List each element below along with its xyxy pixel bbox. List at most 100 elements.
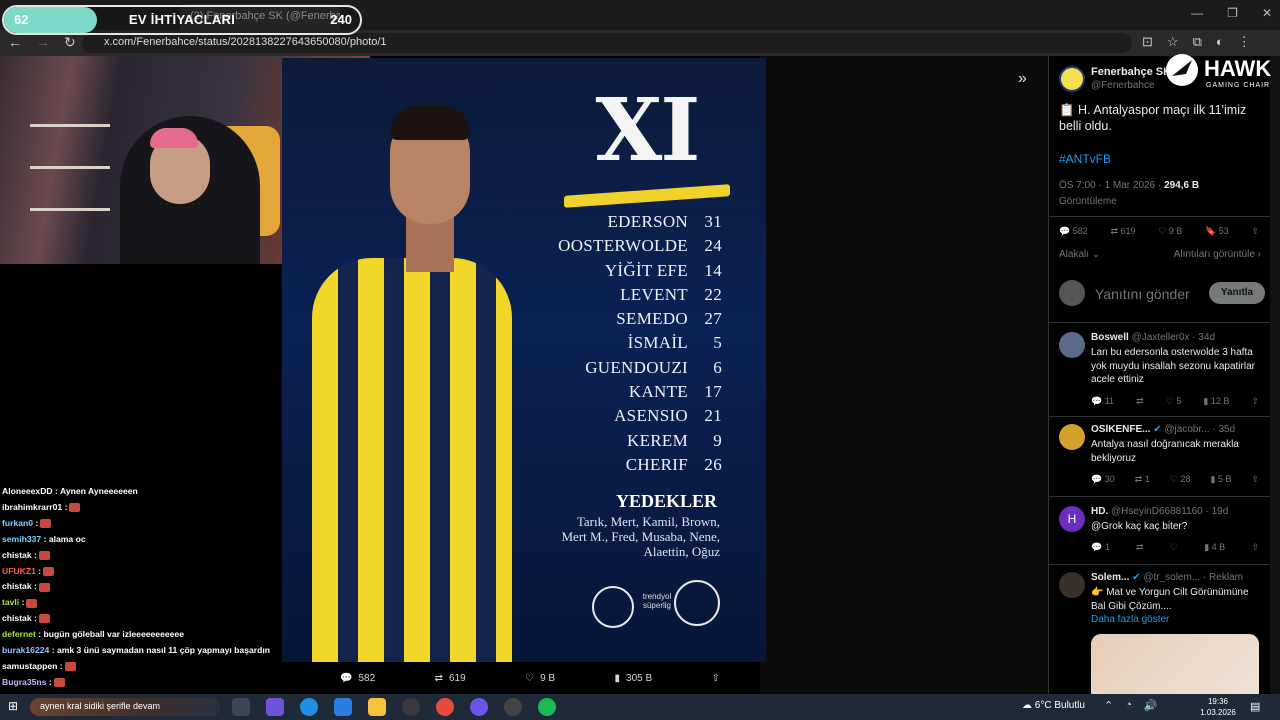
- obs-icon[interactable]: [504, 698, 522, 716]
- heart-icon[interactable]: ♡ 5: [1166, 396, 1182, 407]
- reply-avatar[interactable]: [1059, 332, 1085, 358]
- install-icon[interactable]: ⊡: [1142, 34, 1153, 50]
- heart-icon[interactable]: ♡: [1170, 542, 1178, 553]
- reply-icon[interactable]: 💬 1: [1091, 542, 1110, 553]
- share-action[interactable]: ⇧: [712, 668, 720, 688]
- copilot-icon[interactable]: [266, 698, 284, 716]
- reply-item[interactable]: Boswell @Jaxteller0x · 34d Lan bu ederso…: [1049, 332, 1270, 412]
- fenerbahce-avatar[interactable]: [1059, 66, 1085, 92]
- repost-stat-count: 619: [1120, 226, 1136, 236]
- chat-username[interactable]: semih337: [2, 534, 41, 544]
- bookmark-stat-count: 53: [1218, 226, 1229, 236]
- chat-username[interactable]: defernet: [2, 629, 36, 639]
- chat-username[interactable]: Bugra35ns: [2, 677, 46, 687]
- sort-dropdown[interactable]: Alakalı ⌄: [1059, 249, 1100, 260]
- reply-icon[interactable]: 💬 11: [1091, 396, 1114, 407]
- spotify-icon[interactable]: [538, 698, 556, 716]
- ad-item[interactable]: Solem... ✔ @tr_solem... · Reklam 👉 Mat v…: [1049, 572, 1270, 632]
- share-icon[interactable]: ⇧: [1251, 474, 1259, 485]
- chrome-icon[interactable]: [436, 698, 454, 716]
- discord-icon[interactable]: [470, 698, 488, 716]
- player-number: 22: [704, 284, 722, 304]
- mail-icon[interactable]: [334, 698, 352, 716]
- reply-item[interactable]: H HD. @HseyinD66881160 · 19d @Grok kaç k…: [1049, 506, 1270, 556]
- chat-username[interactable]: tavli: [2, 597, 19, 607]
- subs-title: YEDEKLER: [615, 491, 717, 511]
- share-icon[interactable]: ⇧: [1251, 542, 1259, 553]
- weather-widget[interactable]: ☁ 6°C Bulutlu: [1022, 700, 1085, 711]
- repost-action[interactable]: ⇄ 619: [435, 668, 466, 688]
- volume-icon[interactable]: 🔊: [1144, 699, 1158, 712]
- share-icon[interactable]: ⇧: [1251, 396, 1259, 407]
- views-action[interactable]: ▮ 305 B: [615, 668, 653, 688]
- tweet-panel: Fenerbahçe SK @Fenerbahce 📋 H. Antalyasp…: [1048, 56, 1270, 694]
- repost-icon[interactable]: ⇄ 1: [1135, 474, 1150, 485]
- chat-username[interactable]: chistak: [2, 581, 32, 591]
- player-number: 27: [704, 309, 722, 329]
- heart-icon[interactable]: ♡ 28: [1170, 474, 1191, 485]
- address-bar[interactable]: x.com/Fenerbahce/status/2028138227643650…: [82, 33, 1132, 53]
- xbox-icon[interactable]: [402, 698, 420, 716]
- chat-text: :: [34, 549, 37, 560]
- share-icon[interactable]: ⇧: [1251, 226, 1259, 237]
- repost-stat[interactable]: ⇄ 619: [1110, 226, 1135, 237]
- like-action[interactable]: ♡ 9 B: [525, 668, 555, 688]
- author-handle[interactable]: @Fenerbahce: [1091, 80, 1155, 91]
- forward-icon[interactable]: →: [36, 34, 50, 51]
- ad-avatar[interactable]: [1059, 572, 1085, 598]
- cloud-icon: ☁: [1022, 700, 1032, 711]
- chat-text: :: [34, 581, 37, 592]
- reload-icon[interactable]: ↻: [64, 34, 76, 51]
- reply-icon[interactable]: 💬 30: [1091, 474, 1115, 485]
- bookmark-stat[interactable]: 🔖 53: [1205, 226, 1229, 237]
- ad-image[interactable]: [1091, 634, 1259, 694]
- notification-icon[interactable]: ▤: [1250, 700, 1260, 713]
- shelf: [30, 124, 110, 127]
- chat-username[interactable]: UFUKZ1: [2, 566, 36, 576]
- player-name: EDERSON: [607, 212, 688, 231]
- tweet-photo[interactable]: XI EDERSON 31 OOSTERWOLDE 24 YİĞİT EFE 14 LEVE…: [282, 58, 766, 662]
- show-more-link[interactable]: Daha fazla göster: [1091, 613, 1263, 627]
- reply-stat[interactable]: 💬 582: [1059, 226, 1088, 237]
- tray-chevron-icon[interactable]: ⌃: [1104, 699, 1113, 712]
- chat-username[interactable]: chistak: [2, 550, 32, 560]
- reply-avatar[interactable]: H: [1059, 506, 1085, 532]
- views-icon[interactable]: ▮ 12 B: [1203, 396, 1229, 407]
- chat-username[interactable]: chistak: [2, 613, 32, 623]
- back-icon[interactable]: ←: [8, 34, 22, 51]
- author-name[interactable]: Fenerbahçe SK: [1091, 66, 1171, 78]
- file-explorer-icon[interactable]: [368, 698, 386, 716]
- reply-actions: 💬 1 ⇄ ♡ ▮ 4 B ⇧: [1091, 542, 1259, 553]
- goal-title: EV İHTİYACLARI: [128, 12, 236, 27]
- minimize-icon[interactable]: —: [1191, 6, 1203, 20]
- network-icon[interactable]: ◔: [1125, 699, 1132, 712]
- reply-input[interactable]: Yanıtını gönder: [1095, 286, 1190, 302]
- clock[interactable]: 19:36 1.03.2026: [1198, 696, 1238, 718]
- chat-username[interactable]: furkan0: [2, 518, 33, 528]
- chat-username[interactable]: AloneeexDD: [2, 486, 53, 496]
- like-stat[interactable]: ♡ 9 B: [1158, 226, 1182, 237]
- task-view-icon[interactable]: [232, 698, 250, 716]
- repost-icon[interactable]: ⇄: [1136, 396, 1144, 407]
- scrollbar[interactable]: [1270, 56, 1280, 694]
- maximize-icon[interactable]: ❐: [1227, 6, 1238, 20]
- chat-username[interactable]: samustappen: [2, 661, 57, 671]
- reply-button[interactable]: Yanıtla: [1209, 282, 1265, 304]
- views-icon[interactable]: ▮ 4 B: [1204, 542, 1225, 553]
- close-icon[interactable]: ✕: [1262, 6, 1272, 20]
- tweet-hashtag[interactable]: #ANTvFB: [1059, 152, 1111, 166]
- expand-panel-icon[interactable]: »: [1018, 70, 1027, 88]
- chat-username[interactable]: burak16224: [2, 645, 49, 655]
- repost-icon[interactable]: ⇄: [1136, 542, 1144, 553]
- start-icon[interactable]: ⊞: [8, 699, 18, 713]
- views-icon[interactable]: ▮ 5 B: [1210, 474, 1231, 485]
- view-count: 5 B: [1217, 474, 1232, 484]
- view-quotes-link[interactable]: Alıntıları görüntüle ›: [1174, 249, 1261, 260]
- reply-avatar[interactable]: [1059, 424, 1085, 450]
- reply-item[interactable]: OSİKENFE... ✔ @jacobr... · 35d Antalya n…: [1049, 424, 1270, 488]
- edge-icon[interactable]: [300, 698, 318, 716]
- taskbar-search[interactable]: aynen kral sidiki şerifle devam: [30, 698, 220, 716]
- reply-action[interactable]: 💬 582: [340, 668, 375, 688]
- divider: [1049, 322, 1270, 323]
- chat-username[interactable]: ibrahimkrarr01: [2, 502, 62, 512]
